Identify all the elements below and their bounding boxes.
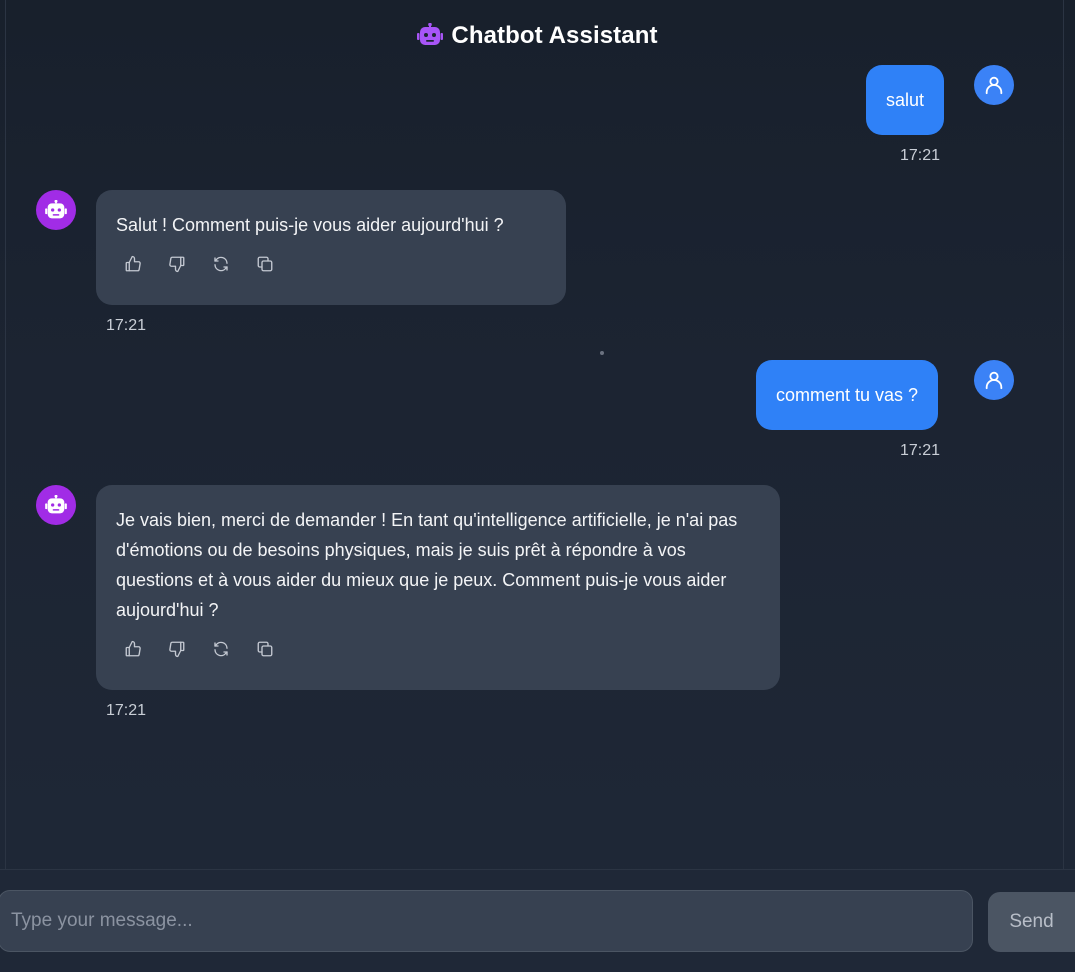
- app-title: Chatbot Assistant: [451, 22, 658, 49]
- robot-icon: [417, 22, 444, 54]
- copy-icon[interactable]: [255, 639, 275, 659]
- thumbs-down-icon[interactable]: [167, 254, 187, 274]
- thumbs-down-icon[interactable]: [167, 639, 187, 659]
- user-avatar: [974, 360, 1014, 400]
- composer-bar: Send: [0, 869, 1075, 972]
- bot-avatar: [36, 485, 76, 525]
- message-timestamp: 17:21: [900, 147, 941, 164]
- regenerate-icon[interactable]: [211, 254, 231, 274]
- message-text: Je vais bien, merci de demander ! En tan…: [116, 510, 738, 620]
- bot-avatar: [36, 190, 76, 230]
- bot-message-bubble: Je vais bien, merci de demander ! En tan…: [96, 485, 780, 690]
- message-actions: [116, 639, 760, 659]
- chat-header: Chatbot Assistant: [0, 22, 1075, 54]
- user-avatar: [974, 65, 1014, 105]
- chat-app: Chatbot Assistant salut 17:21 Salut ! Co…: [0, 0, 1075, 972]
- message-timestamp: 17:21: [106, 317, 147, 334]
- send-button[interactable]: Send: [988, 892, 1075, 952]
- user-message-bubble: salut: [866, 65, 945, 135]
- message-timestamp: 17:21: [900, 442, 941, 459]
- loading-dot: [600, 351, 604, 355]
- message-actions: [116, 254, 546, 274]
- copy-icon[interactable]: [255, 254, 275, 274]
- user-icon: [985, 371, 1003, 390]
- robot-icon: [45, 200, 67, 219]
- thumbs-up-icon[interactable]: [123, 639, 143, 659]
- user-message-bubble: comment tu vas ?: [756, 360, 939, 430]
- robot-icon: [45, 495, 67, 514]
- message-text: Salut ! Comment puis-je vous aider aujou…: [116, 215, 504, 235]
- bot-message-bubble: Salut ! Comment puis-je vous aider aujou…: [96, 190, 566, 305]
- regenerate-icon[interactable]: [211, 639, 231, 659]
- message-text: salut: [886, 90, 925, 110]
- user-icon: [985, 76, 1003, 95]
- thumbs-up-icon[interactable]: [123, 254, 143, 274]
- message-text: comment tu vas ?: [776, 385, 919, 405]
- message-timestamp: 17:21: [106, 702, 147, 719]
- message-input[interactable]: [0, 890, 973, 952]
